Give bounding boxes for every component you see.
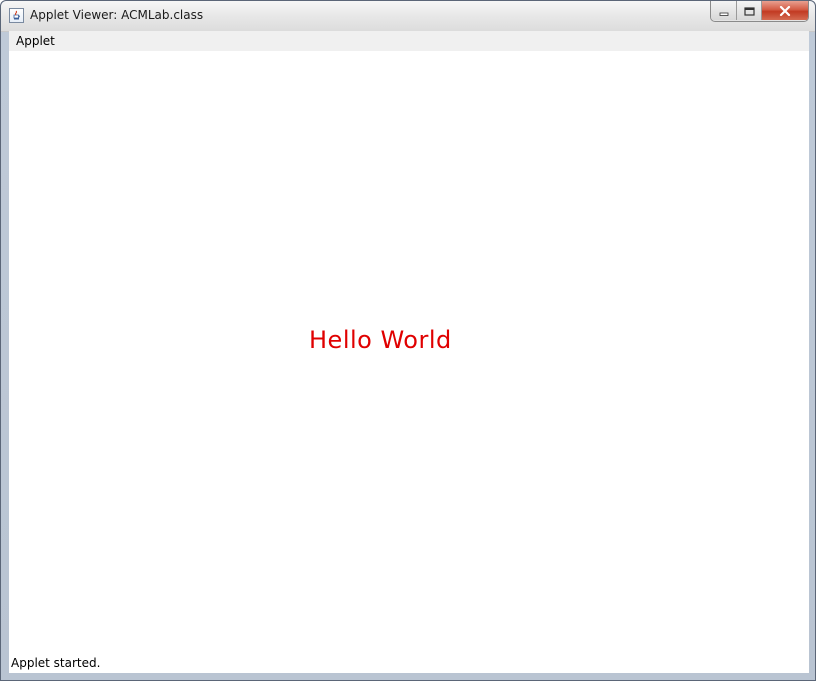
hello-world-label: Hello World xyxy=(309,326,452,354)
minimize-button[interactable] xyxy=(711,1,737,20)
status-text: Applet started. xyxy=(11,656,101,670)
maximize-button[interactable] xyxy=(737,1,762,20)
title-bar[interactable]: Applet Viewer: ACMLab.class xyxy=(1,1,815,32)
window-controls xyxy=(710,1,809,22)
maximize-icon xyxy=(743,1,755,20)
applet-canvas[interactable]: Hello World xyxy=(9,51,809,654)
java-cup-icon[interactable] xyxy=(9,8,24,23)
status-bar: Applet started. xyxy=(9,654,809,673)
close-icon xyxy=(779,1,791,20)
menu-bar: Applet xyxy=(9,31,809,51)
window-title: Applet Viewer: ACMLab.class xyxy=(30,8,204,22)
close-button[interactable] xyxy=(762,1,808,20)
applet-viewer-window: Applet Viewer: ACMLab.class Applet Hello… xyxy=(0,0,816,681)
minimize-icon xyxy=(719,1,729,20)
menu-applet[interactable]: Applet xyxy=(16,34,55,48)
